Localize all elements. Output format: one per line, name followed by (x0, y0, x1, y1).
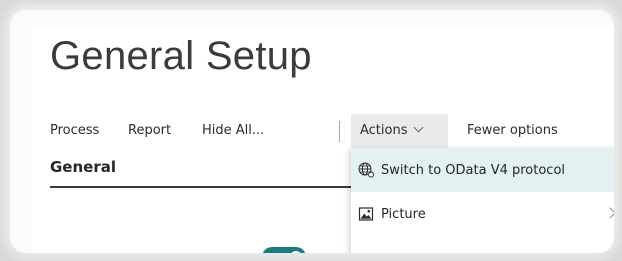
menu-item-label: Picture (381, 206, 426, 222)
menu-item-picture[interactable]: Picture (351, 192, 614, 236)
action-bar-separator (339, 121, 340, 142)
picture-icon (357, 206, 375, 222)
chevron-down-icon (413, 122, 423, 133)
screenshot-frame: General Setup Process Report Hide All...… (10, 10, 614, 253)
fewer-options-button[interactable]: Fewer options (467, 114, 558, 148)
page-title: General Setup (50, 34, 312, 78)
report-menu[interactable]: Report (128, 114, 171, 148)
process-menu[interactable]: Process (50, 114, 99, 148)
toggle-switch[interactable] (262, 247, 306, 253)
action-bar: Process Report Hide All... Actions Fewer… (32, 114, 614, 148)
menu-item-label: Switch to OData V4 protocol (381, 162, 566, 178)
actions-label: Actions (360, 123, 408, 138)
section-general-title[interactable]: General (50, 158, 352, 188)
globe-refresh-icon (357, 162, 375, 178)
chevron-right-icon (604, 207, 614, 219)
actions-dropdown: Switch to OData V4 protocol Picture (351, 148, 614, 253)
hide-all-button[interactable]: Hide All... (202, 114, 264, 148)
actions-menu-button[interactable]: Actions (351, 114, 448, 148)
menu-item-switch-odata[interactable]: Switch to OData V4 protocol (351, 148, 614, 192)
page-content: General Setup Process Report Hide All...… (32, 26, 614, 253)
